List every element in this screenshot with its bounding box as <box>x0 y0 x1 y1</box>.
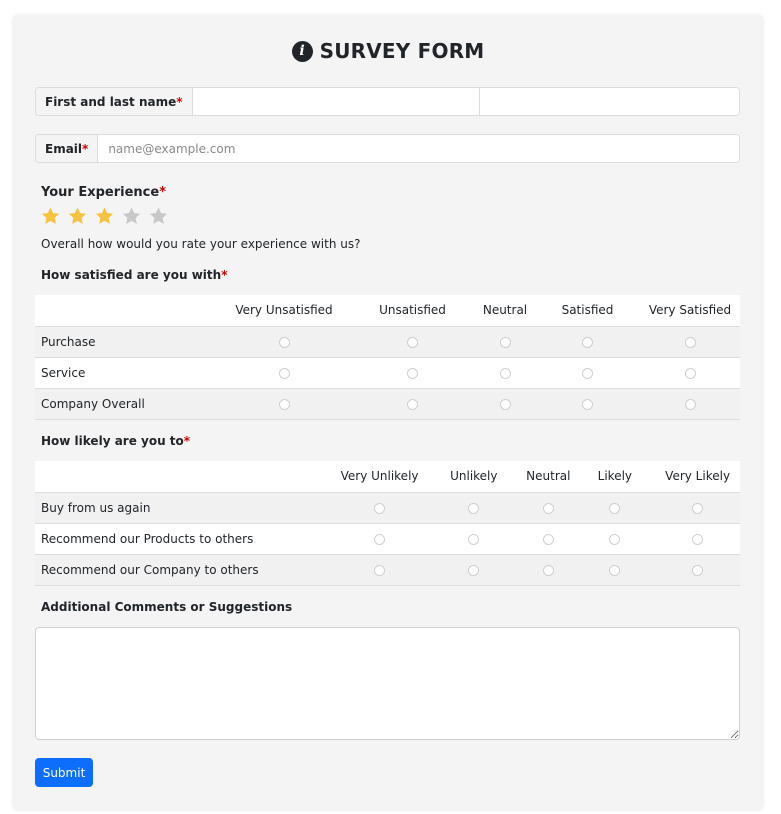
radio-button[interactable] <box>468 533 480 545</box>
row-label: Buy from us again <box>35 491 334 523</box>
experience-label-text: Your Experience <box>41 185 160 200</box>
column-header: Very Likely <box>655 461 740 492</box>
radio-button[interactable] <box>278 398 290 410</box>
star-empty-icon[interactable] <box>148 206 169 226</box>
radio-button[interactable] <box>582 336 593 348</box>
matrix-row: Company Overall <box>35 387 740 420</box>
likely-label-text: How likely are you to <box>41 434 184 448</box>
radio-button[interactable] <box>609 533 621 545</box>
radio-button[interactable] <box>609 502 621 514</box>
radio-button[interactable] <box>542 564 554 576</box>
form-title: i SURVEY FORM <box>13 39 763 63</box>
email-label: Email * <box>36 135 99 162</box>
name-label: First and last name * <box>36 88 193 115</box>
radio-button[interactable] <box>374 502 386 514</box>
required-mark: * <box>159 185 167 200</box>
name-label-text: First and last name <box>45 94 177 109</box>
column-header: Unsatisfied <box>350 295 475 326</box>
radio-button[interactable] <box>499 336 511 348</box>
star-rating[interactable] <box>40 206 169 226</box>
form-title-text: SURVEY FORM <box>319 39 485 63</box>
satisfaction-matrix: Very Unsatisfied Unsatisfied Neutral Sat… <box>35 295 740 420</box>
required-mark: * <box>183 434 191 448</box>
likely-label: How likely are you to* <box>41 434 190 448</box>
radio-button[interactable] <box>692 533 704 545</box>
row-label: Recommend our Products to others <box>35 522 334 554</box>
column-header: Satisfied <box>535 295 640 326</box>
email-input-group: Email * <box>35 134 740 163</box>
row-label: Purchase <box>35 325 218 357</box>
last-name-input[interactable] <box>479 88 739 115</box>
name-input-group: First and last name * <box>35 87 740 116</box>
column-header: Neutral <box>475 295 535 326</box>
matrix-row: Recommend our Products to others <box>35 522 740 554</box>
radio-button[interactable] <box>407 336 418 348</box>
matrix-corner <box>35 461 334 492</box>
matrix-row: Purchase <box>35 325 740 357</box>
radio-button[interactable] <box>499 398 511 410</box>
radio-button[interactable] <box>278 336 290 348</box>
matrix-header-row: Very Unsatisfied Unsatisfied Neutral Sat… <box>35 295 740 326</box>
radio-button[interactable] <box>684 367 696 379</box>
matrix-row: Service <box>35 356 740 388</box>
radio-button[interactable] <box>684 336 696 348</box>
radio-button[interactable] <box>609 564 621 576</box>
radio-button[interactable] <box>542 502 554 514</box>
experience-help: Overall how would you rate your experien… <box>41 237 361 251</box>
column-header: Neutral <box>522 461 575 492</box>
matrix-header-row: Very Unlikely Unlikely Neutral Likely Ve… <box>35 461 740 492</box>
star-empty-icon[interactable] <box>121 206 142 226</box>
email-label-text: Email <box>45 141 83 156</box>
radio-button[interactable] <box>692 564 704 576</box>
radio-button[interactable] <box>374 533 386 545</box>
star-filled-icon[interactable] <box>94 206 115 226</box>
experience-label: Your Experience* <box>41 185 166 200</box>
radio-button[interactable] <box>582 398 593 410</box>
column-header: Likely <box>574 461 656 492</box>
radio-button[interactable] <box>582 367 593 379</box>
likelihood-matrix: Very Unlikely Unlikely Neutral Likely Ve… <box>35 461 740 586</box>
matrix-corner <box>35 295 218 326</box>
radio-button[interactable] <box>407 398 418 410</box>
radio-button[interactable] <box>692 502 704 514</box>
column-header: Very Unlikely <box>333 461 426 492</box>
required-mark: * <box>82 141 89 156</box>
matrix-row: Buy from us again <box>35 491 740 523</box>
row-label: Service <box>35 356 218 388</box>
info-circle-icon: i <box>291 40 313 62</box>
required-mark: * <box>221 268 228 282</box>
email-input[interactable] <box>98 135 739 162</box>
comments-textarea[interactable] <box>35 627 740 740</box>
radio-button[interactable] <box>542 533 554 545</box>
survey-card: i SURVEY FORM First and last name * Email… <box>13 15 763 810</box>
radio-button[interactable] <box>468 502 480 514</box>
radio-button[interactable] <box>468 564 480 576</box>
row-label: Recommend our Company to others <box>35 553 334 586</box>
column-header: Very Unsatisfied <box>218 295 350 326</box>
radio-button[interactable] <box>499 367 511 379</box>
matrix-row: Recommend our Company to others <box>35 553 740 586</box>
radio-button[interactable] <box>374 564 386 576</box>
radio-button[interactable] <box>407 367 418 379</box>
row-label: Company Overall <box>35 387 218 420</box>
radio-button[interactable] <box>278 367 290 379</box>
star-filled-icon[interactable] <box>67 206 88 226</box>
satisfied-label-text: How satisfied are you with <box>41 268 222 282</box>
star-filled-icon[interactable] <box>40 206 61 226</box>
column-header: Very Satisfied <box>640 295 740 326</box>
submit-button[interactable]: Submit <box>35 758 93 787</box>
required-mark: * <box>176 94 183 109</box>
comments-label: Additional Comments or Suggestions <box>41 600 293 614</box>
first-name-input[interactable] <box>192 88 480 115</box>
column-header: Unlikely <box>425 461 523 492</box>
radio-button[interactable] <box>684 398 696 410</box>
satisfied-label: How satisfied are you with* <box>41 268 227 282</box>
